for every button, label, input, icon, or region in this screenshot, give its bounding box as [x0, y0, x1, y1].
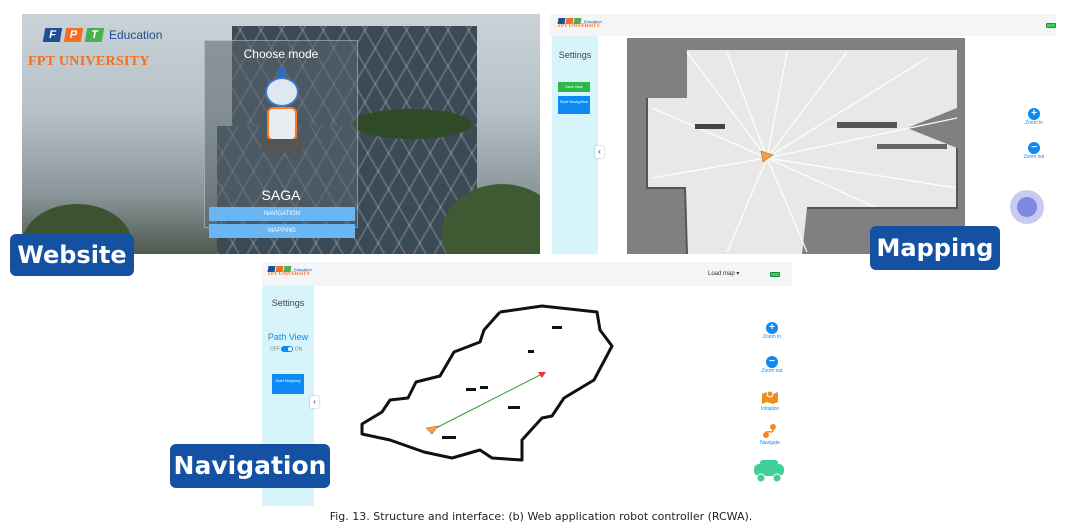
navigate-control[interactable]: Navigate	[756, 424, 784, 446]
rooftop-greenery	[352, 109, 472, 139]
joystick-control[interactable]	[1010, 190, 1044, 224]
settings-title: Settings	[271, 298, 305, 308]
save-map-button[interactable]: Save Map	[558, 82, 590, 92]
load-map-dropdown[interactable]: Load map ▾	[708, 270, 739, 277]
map-pin-icon	[762, 390, 778, 404]
robot-illustration	[257, 67, 307, 155]
mapping-topbar	[550, 14, 1056, 36]
occupancy-map-canvas[interactable]	[627, 38, 965, 254]
zoom-in-icon: +	[1028, 108, 1040, 120]
choose-mode-panel: Choose mode SAGA NAVIGATION MAPPING	[204, 40, 358, 238]
collapse-sidebar-icon[interactable]: ‹	[310, 396, 319, 408]
zoom-in-control[interactable]: + Zoom in	[1020, 108, 1048, 126]
mapping-settings-sidebar: Settings Save Map Start Navigation	[552, 36, 598, 254]
lidar-map	[646, 50, 958, 254]
navigation-tag: Navigation	[170, 444, 330, 488]
robot-status-icon[interactable]	[750, 458, 788, 484]
logo-education-text: Education	[109, 28, 163, 42]
navigation-fpt-logo[interactable]: Education FPT UNIVERSITY	[267, 266, 312, 277]
mapping-tag: Mapping	[870, 226, 1000, 270]
route-icon	[763, 424, 776, 438]
zoom-in-icon: +	[766, 322, 778, 334]
university-title: FPT UNIVERSITY	[28, 54, 150, 69]
mapping-screenshot: Education FPT UNIVERSITY Settings Save M…	[550, 14, 1056, 254]
path-view-label: Path View	[267, 332, 309, 342]
collapse-sidebar-icon[interactable]: ‹	[595, 146, 604, 158]
zoom-out-control[interactable]: − Zoom out	[758, 356, 786, 374]
initialize-control[interactable]: Initialize	[756, 390, 784, 412]
figure-caption: Fig. 13. Structure and interface: (b) We…	[329, 510, 753, 523]
website-screenshot: F P T Education FPT UNIVERSITY Choose mo…	[22, 14, 540, 254]
choose-mode-title: Choose mode	[243, 47, 319, 61]
settings-title: Settings	[558, 50, 592, 60]
robot-marker-icon	[425, 425, 439, 435]
mapping-fpt-logo[interactable]: Education FPT UNIVERSITY	[557, 18, 602, 29]
zoom-in-control[interactable]: + Zoom in	[758, 322, 786, 340]
navigation-screenshot: Education FPT UNIVERSITY Load map ▾ Sett…	[262, 262, 792, 506]
website-tag: Website	[10, 234, 134, 276]
start-mapping-button[interactable]: Start Mapping	[272, 374, 304, 394]
battery-icon	[1046, 23, 1056, 28]
mapping-mode-button[interactable]: MAPPING	[209, 224, 355, 238]
battery-icon	[770, 272, 780, 277]
robot-name: SAGA	[261, 187, 301, 203]
path-view-toggle[interactable]: OFF ON	[270, 346, 302, 352]
navigation-map-canvas[interactable]	[332, 290, 732, 506]
fpt-education-logo[interactable]: F P T Education	[42, 28, 163, 42]
zoom-out-icon: −	[1028, 142, 1040, 154]
toggle-switch-icon	[281, 346, 294, 352]
zoom-out-icon: −	[766, 356, 778, 368]
joystick-knob[interactable]	[1017, 197, 1037, 217]
navigation-mode-button[interactable]: NAVIGATION	[209, 207, 355, 221]
occupancy-map	[360, 304, 614, 462]
planned-path	[431, 373, 543, 431]
zoom-out-control[interactable]: − Zoom out	[1020, 142, 1048, 160]
start-navigation-button[interactable]: Start Navigation	[558, 96, 590, 114]
